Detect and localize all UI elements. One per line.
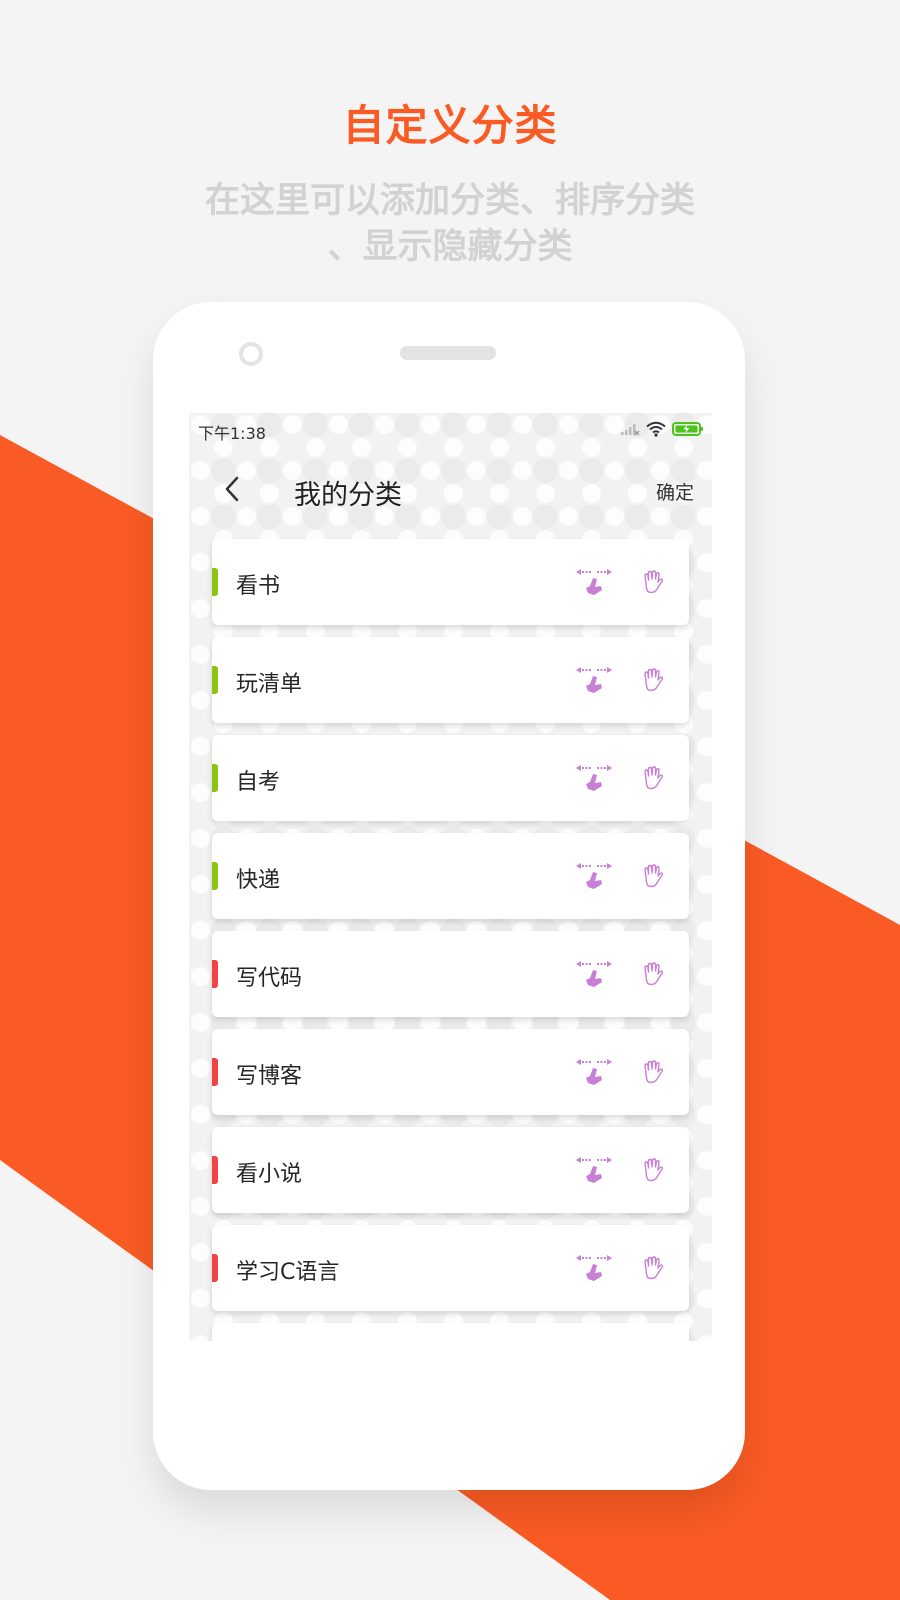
category-list: 看书玩清单自考快递写代码写博客看小说学习C语言 [212, 539, 689, 1341]
hand-icon[interactable] [640, 1059, 666, 1085]
status-bar: 下午1:38 [189, 413, 712, 449]
hand-icon[interactable] [640, 765, 666, 791]
category-item-partial[interactable] [212, 1323, 689, 1341]
category-item[interactable]: 看小说 [212, 1127, 689, 1213]
signal-icon [621, 424, 640, 436]
confirm-button[interactable]: 确定 [656, 478, 694, 505]
drag-sort-icon[interactable] [574, 1057, 614, 1087]
status-icons [620, 421, 704, 437]
phone-frame: 下午1:38 我的分类 确定 看书 玩清单 自考 快递 写代码 写博客 看小说 … [153, 302, 745, 1490]
category-color-bar [212, 862, 218, 890]
status-time: 下午1:38 [198, 424, 266, 443]
hand-icon[interactable] [640, 569, 666, 595]
hand-icon[interactable] [640, 667, 666, 693]
back-arrow-icon[interactable] [217, 469, 247, 509]
category-label: 玩清单 [236, 672, 303, 697]
wifi-icon [646, 421, 666, 437]
category-color-bar [212, 1254, 218, 1282]
category-color-bar [212, 568, 218, 596]
hand-icon[interactable] [640, 961, 666, 987]
promo-subtitle-line-2: 、显示隐藏分类 [327, 227, 573, 267]
drag-sort-icon[interactable] [574, 567, 614, 597]
drag-sort-icon[interactable] [574, 1155, 614, 1185]
category-color-bar [212, 1156, 218, 1184]
promo-subtitle-line-1: 在这里可以添加分类、排序分类 [204, 181, 695, 221]
category-label: 学习C语言 [236, 1260, 340, 1285]
category-label: 看书 [236, 574, 281, 599]
category-color-bar [212, 764, 218, 792]
category-label: 自考 [236, 770, 281, 795]
drag-sort-icon[interactable] [574, 959, 614, 989]
hand-icon[interactable] [640, 863, 666, 889]
category-color-bar [212, 960, 218, 988]
drag-sort-icon[interactable] [574, 861, 614, 891]
category-color-bar [212, 1058, 218, 1086]
category-color-bar [212, 666, 218, 694]
category-item[interactable]: 写博客 [212, 1029, 689, 1115]
battery-charging-icon [672, 422, 703, 436]
category-item[interactable]: 学习C语言 [212, 1225, 689, 1311]
phone-speaker [400, 346, 496, 360]
app-bar: 我的分类 确定 [189, 461, 712, 519]
category-label: 写代码 [236, 966, 303, 991]
category-label: 快递 [236, 868, 281, 893]
hand-icon[interactable] [640, 1255, 666, 1281]
drag-sort-icon[interactable] [574, 1253, 614, 1283]
drag-sort-icon[interactable] [574, 763, 614, 793]
category-item[interactable]: 自考 [212, 735, 689, 821]
category-item[interactable]: 看书 [212, 539, 689, 625]
promo-title: 自定义分类 [342, 101, 558, 150]
category-label: 看小说 [236, 1162, 303, 1187]
drag-sort-icon[interactable] [574, 665, 614, 695]
phone-screen: 下午1:38 我的分类 确定 看书 玩清单 自考 快递 写代码 写博客 看小说 … [189, 413, 712, 1341]
category-item[interactable]: 玩清单 [212, 637, 689, 723]
category-item[interactable]: 快递 [212, 833, 689, 919]
page-title: 我的分类 [294, 480, 402, 511]
hand-icon[interactable] [640, 1157, 666, 1183]
category-label: 写博客 [236, 1064, 303, 1089]
promo-subtitle: 在这里可以添加分类、排序分类 、显示隐藏分类 [170, 178, 730, 270]
phone-camera [239, 342, 263, 366]
category-item[interactable]: 写代码 [212, 931, 689, 1017]
